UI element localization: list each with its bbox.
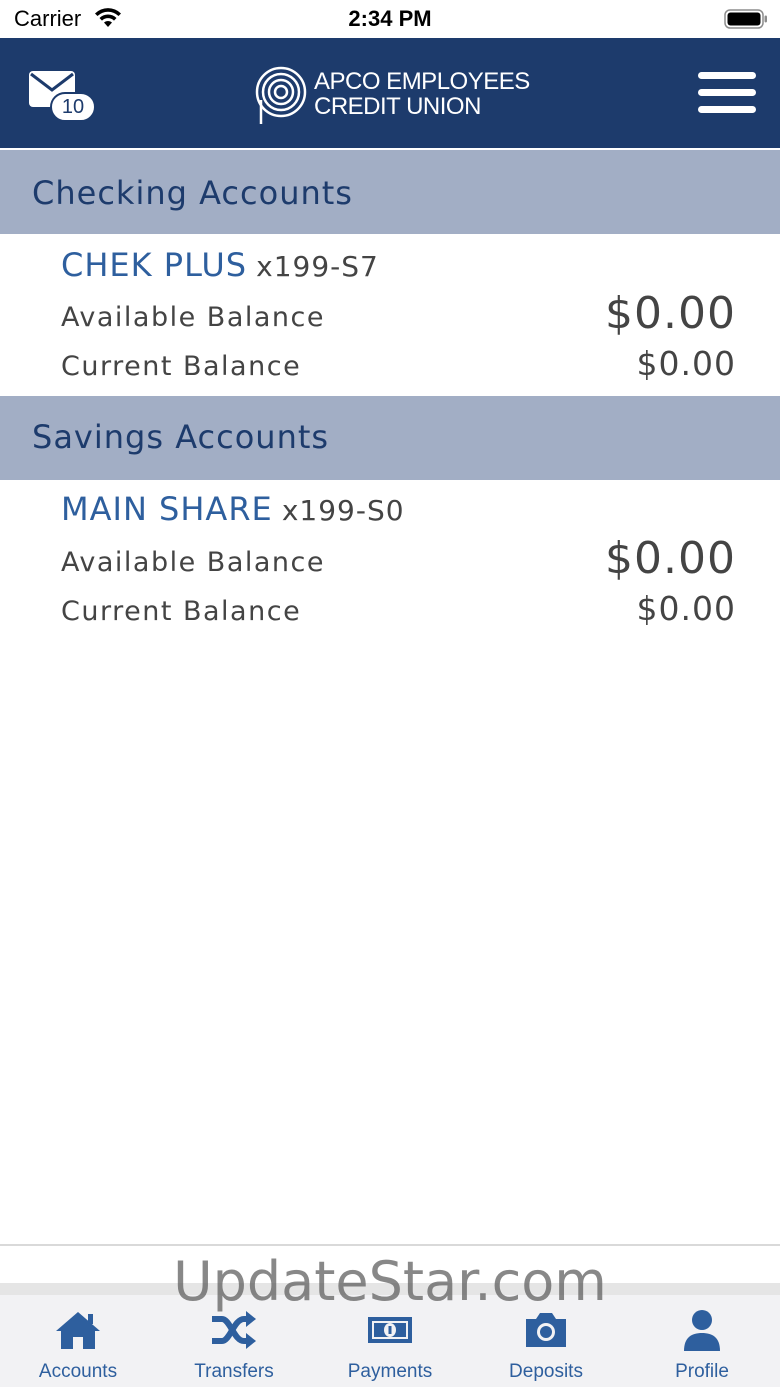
messages-button[interactable]: 10 (28, 70, 100, 124)
person-icon (684, 1310, 720, 1351)
account-row-main-share[interactable]: MAIN SHARE x199-S0 Available Balance $0.… (0, 480, 780, 642)
tab-label: Payments (347, 1361, 433, 1382)
tab-accounts[interactable]: Accounts (0, 1295, 156, 1387)
clock-label: 2:34 PM (348, 6, 432, 31)
account-number: x199-S0 (281, 494, 405, 527)
battery-icon (724, 9, 767, 29)
content-divider (0, 1244, 780, 1246)
available-balance-label: Available Balance (61, 547, 325, 578)
money-icon (368, 1317, 412, 1343)
current-balance-label: Current Balance (61, 351, 302, 382)
message-count-badge: 10 (50, 92, 96, 122)
current-balance-value: $0.00 (636, 589, 736, 628)
current-balance-label: Current Balance (61, 596, 302, 627)
logo-rings-icon (255, 66, 307, 124)
shuffle-icon (212, 1311, 256, 1349)
available-balance-label: Available Balance (61, 302, 325, 333)
tab-bar-divider (0, 1283, 780, 1295)
hamburger-menu-button[interactable] (698, 70, 756, 116)
current-balance-value: $0.00 (636, 344, 736, 383)
tab-payments[interactable]: Payments (312, 1295, 468, 1387)
section-header-savings: Savings Accounts (0, 396, 780, 480)
available-balance-value: $0.00 (605, 288, 736, 339)
menu-bar-icon (698, 89, 756, 96)
tab-label: Profile (675, 1361, 729, 1382)
section-title: Checking Accounts (32, 174, 353, 212)
bottom-tab-bar: Accounts Transfers Payments Deposits Pro… (0, 1295, 780, 1387)
home-icon (56, 1312, 100, 1349)
account-heading: CHEK PLUS x199-S7 (61, 246, 379, 284)
tab-profile[interactable]: Profile (624, 1295, 780, 1387)
available-balance-value: $0.00 (605, 533, 736, 584)
logo-text-line2: CREDIT UNION (314, 93, 481, 120)
tab-transfers[interactable]: Transfers (156, 1295, 312, 1387)
account-row-chek-plus[interactable]: CHEK PLUS x199-S7 Available Balance $0.0… (0, 234, 780, 396)
camera-icon (526, 1313, 566, 1347)
logo-text-line1: APCO EMPLOYEES (314, 68, 530, 95)
tab-label: Accounts (38, 1361, 118, 1382)
credit-union-logo: APCO EMPLOYEES CREDIT UNION (254, 64, 530, 126)
account-name: MAIN SHARE (61, 490, 273, 528)
section-title: Savings Accounts (32, 418, 330, 456)
menu-bar-icon (698, 72, 756, 79)
app-header: 10 APCO EMPLOYEES CREDIT UNION (0, 38, 780, 148)
account-name: CHEK PLUS (61, 246, 248, 284)
menu-bar-icon (698, 106, 756, 113)
account-heading: MAIN SHARE x199-S0 (61, 490, 405, 528)
tab-deposits[interactable]: Deposits (468, 1295, 624, 1387)
section-header-checking: Checking Accounts (0, 150, 780, 234)
tab-label: Transfers (194, 1361, 274, 1382)
status-bar: Carrier 2:34 PM (0, 0, 780, 38)
account-number: x199-S7 (256, 250, 379, 283)
tab-label: Deposits (509, 1361, 583, 1382)
